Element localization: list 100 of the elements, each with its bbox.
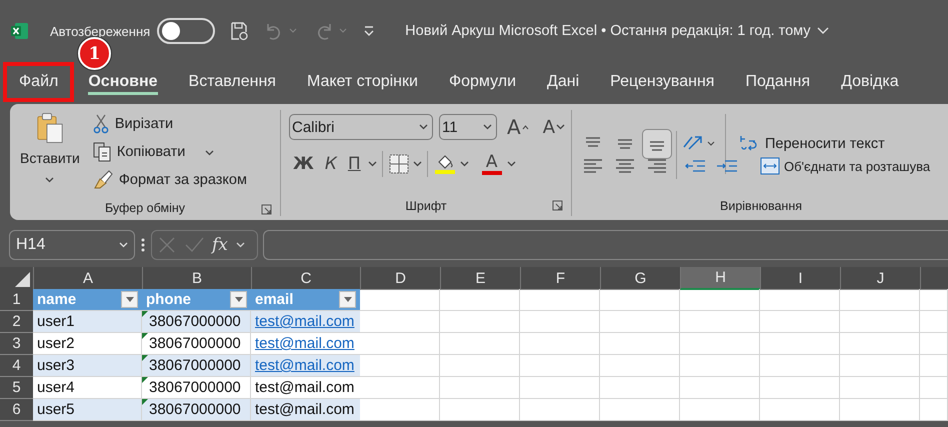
- row-header[interactable]: 6: [0, 399, 33, 421]
- empty-cell[interactable]: [680, 289, 760, 311]
- email-link[interactable]: test@mail.com: [255, 313, 354, 330]
- ribbon-tab[interactable]: Довідка: [829, 62, 911, 102]
- column-header[interactable]: A: [33, 267, 142, 290]
- empty-cell[interactable]: [520, 333, 600, 355]
- empty-cell[interactable]: [840, 289, 920, 311]
- empty-cell[interactable]: [840, 333, 920, 355]
- column-header[interactable]: C: [251, 267, 360, 290]
- increase-font-size-button[interactable]: A: [503, 114, 533, 140]
- customize-toolbar-icon[interactable]: [363, 25, 376, 37]
- empty-cell[interactable]: [520, 289, 600, 311]
- empty-cell[interactable]: [920, 289, 948, 311]
- format-painter-button[interactable]: Формат за зразком: [90, 166, 250, 194]
- row-header[interactable]: 5: [0, 377, 33, 399]
- filter-dropdown-button[interactable]: [230, 291, 247, 308]
- chevron-down-icon[interactable]: [816, 27, 829, 35]
- empty-cell[interactable]: [920, 333, 948, 355]
- row-header[interactable]: 4: [0, 355, 33, 377]
- ribbon-tab[interactable]: Формули: [436, 62, 528, 102]
- empty-cell[interactable]: [760, 399, 840, 421]
- empty-cell[interactable]: [600, 333, 680, 355]
- column-header[interactable]: I: [760, 267, 840, 290]
- paste-button[interactable]: Вставити: [16, 110, 84, 188]
- column-header[interactable]: J: [840, 267, 920, 290]
- empty-cell[interactable]: [440, 399, 520, 421]
- row-header[interactable]: 1: [0, 289, 33, 311]
- name-box[interactable]: H14: [9, 230, 135, 260]
- empty-cell[interactable]: [440, 355, 520, 377]
- empty-cell[interactable]: [680, 311, 760, 333]
- italic-button[interactable]: К: [320, 151, 341, 177]
- borders-icon[interactable]: [388, 153, 410, 175]
- ribbon-tab[interactable]: Подання: [733, 62, 822, 102]
- empty-cell[interactable]: [920, 377, 948, 399]
- email-link[interactable]: test@mail.com: [255, 357, 354, 374]
- empty-cell[interactable]: [600, 377, 680, 399]
- empty-cell[interactable]: [520, 399, 600, 421]
- ribbon-tab[interactable]: Макет сторінки: [294, 62, 430, 102]
- vertical-align-button[interactable]: [642, 129, 672, 159]
- bold-button[interactable]: Ж: [289, 151, 318, 177]
- column-header[interactable]: B: [142, 267, 251, 290]
- font-color-button[interactable]: A: [480, 150, 504, 178]
- empty-cell[interactable]: [520, 355, 600, 377]
- dialog-launcher-icon[interactable]: [552, 200, 563, 211]
- cut-button[interactable]: Вирізати: [90, 110, 250, 138]
- empty-cell[interactable]: [600, 289, 680, 311]
- dialog-launcher-icon[interactable]: [261, 204, 272, 215]
- ribbon-tab[interactable]: Дані: [535, 62, 592, 102]
- row-header[interactable]: 3: [0, 333, 33, 355]
- empty-cell[interactable]: [840, 311, 920, 333]
- empty-cell[interactable]: [440, 289, 520, 311]
- window-title[interactable]: Новий Аркуш Microsoft Excel • Остання редакція: 1 год. тому: [405, 23, 811, 39]
- empty-cell[interactable]: [440, 311, 520, 333]
- ribbon-tab[interactable]: Вставлення: [176, 62, 288, 102]
- empty-cell[interactable]: [760, 333, 840, 355]
- empty-cell[interactable]: [760, 289, 840, 311]
- empty-cell[interactable]: [600, 311, 680, 333]
- copy-button[interactable]: Копіювати: [90, 138, 250, 166]
- empty-cell[interactable]: [920, 355, 948, 377]
- column-header[interactable]: H: [680, 267, 760, 290]
- empty-cell[interactable]: [680, 399, 760, 421]
- insert-function-button[interactable]: fx: [212, 234, 228, 254]
- email-link[interactable]: test@mail.com: [255, 335, 354, 352]
- cancel-icon[interactable]: [158, 236, 176, 254]
- empty-cell[interactable]: [680, 333, 760, 355]
- empty-cell[interactable]: [920, 399, 948, 421]
- empty-cell[interactable]: [440, 377, 520, 399]
- empty-cell[interactable]: [680, 377, 760, 399]
- empty-cell[interactable]: [840, 399, 920, 421]
- empty-cell[interactable]: [760, 311, 840, 333]
- more-options-icon[interactable]: [140, 236, 146, 252]
- column-header[interactable]: G: [600, 267, 680, 290]
- decrease-font-size-button[interactable]: A: [538, 114, 570, 140]
- empty-cell[interactable]: [840, 355, 920, 377]
- empty-cell[interactable]: [760, 355, 840, 377]
- save-icon[interactable]: [229, 21, 250, 41]
- enter-check-icon[interactable]: [184, 236, 204, 254]
- empty-cell[interactable]: [520, 311, 600, 333]
- underline-button[interactable]: П: [344, 151, 365, 177]
- ribbon-tab[interactable]: Рецензування: [598, 62, 726, 102]
- formula-input-field[interactable]: [263, 230, 948, 260]
- autosave-toggle[interactable]: [157, 18, 216, 44]
- column-header[interactable]: E: [440, 267, 520, 290]
- empty-cell[interactable]: [680, 355, 760, 377]
- filter-dropdown-button[interactable]: [121, 291, 138, 308]
- empty-cell[interactable]: [840, 377, 920, 399]
- empty-cell[interactable]: [520, 377, 600, 399]
- font-size-dropdown[interactable]: 11: [439, 114, 497, 140]
- font-name-dropdown[interactable]: Calibri: [289, 114, 433, 140]
- column-header[interactable]: [920, 267, 948, 290]
- column-header[interactable]: F: [520, 267, 600, 290]
- empty-cell[interactable]: [920, 311, 948, 333]
- ribbon-tab[interactable]: Файл: [3, 62, 74, 102]
- empty-cell[interactable]: [440, 333, 520, 355]
- empty-cell[interactable]: [600, 399, 680, 421]
- row-header[interactable]: 2: [0, 311, 33, 333]
- empty-cell[interactable]: [760, 377, 840, 399]
- select-all-icon[interactable]: [15, 272, 30, 287]
- empty-cell[interactable]: [600, 355, 680, 377]
- filter-dropdown-button[interactable]: [339, 291, 356, 308]
